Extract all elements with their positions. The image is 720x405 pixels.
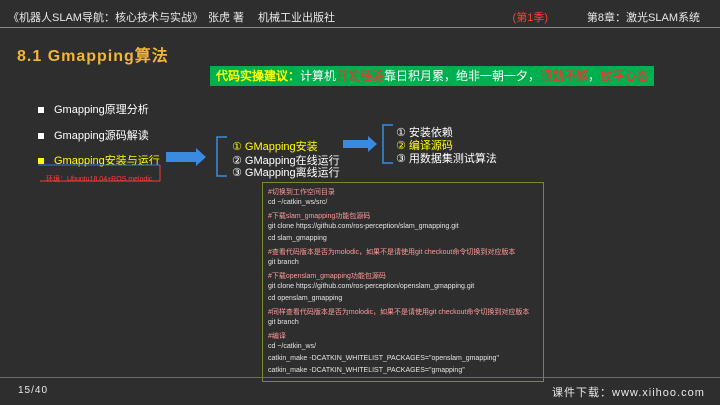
code-comment: #查看代码版本是否为molodic，如果不是请使用git checkout命令切… [268,249,516,256]
substep-dataset-test: ③ 用数据集测试算法 [396,153,497,165]
code-line: cd slam_gmapping [268,235,327,242]
page-number: 15/40 [18,385,49,396]
download-link[interactable]: 课件下载：www.xiihoo.com [552,384,705,400]
code-comment: #下载slam_gmapping功能包源码 [268,213,371,220]
code-line: catkin_make -DCATKIN_WHITELIST_PACKAGES=… [268,367,465,374]
code-line: cd ~/catkin_ws/ [268,343,317,350]
code-comment: #下载openslam_gmapping功能包源码 [268,273,386,280]
code-comment: #编译 [268,333,286,340]
footer-divider [0,377,720,378]
step-item-offline-run: ③ GMapping离线运行 [232,167,340,179]
code-line: cd openslam_gmapping [268,295,343,302]
arrow-right-icon [343,136,377,152]
code-line: cd ~/catkin_ws/src/ [268,199,328,206]
code-line: git clone https://github.com/ros-percept… [268,223,459,230]
code-line: git branch [268,319,299,326]
arrow-right-icon [166,148,206,166]
left-bracket [216,136,227,177]
code-comment: #同样查看代码版本是否为molodic，如果不是请使用git checkout命… [268,309,530,316]
code-line: git clone https://github.com/ros-percept… [268,283,475,290]
code-line: git branch [268,259,299,266]
code-line: catkin_make -DCATKIN_WHITELIST_PACKAGES=… [268,355,499,362]
left-bracket [382,124,393,164]
code-comment: #切换到工作空间目录 [268,189,335,196]
